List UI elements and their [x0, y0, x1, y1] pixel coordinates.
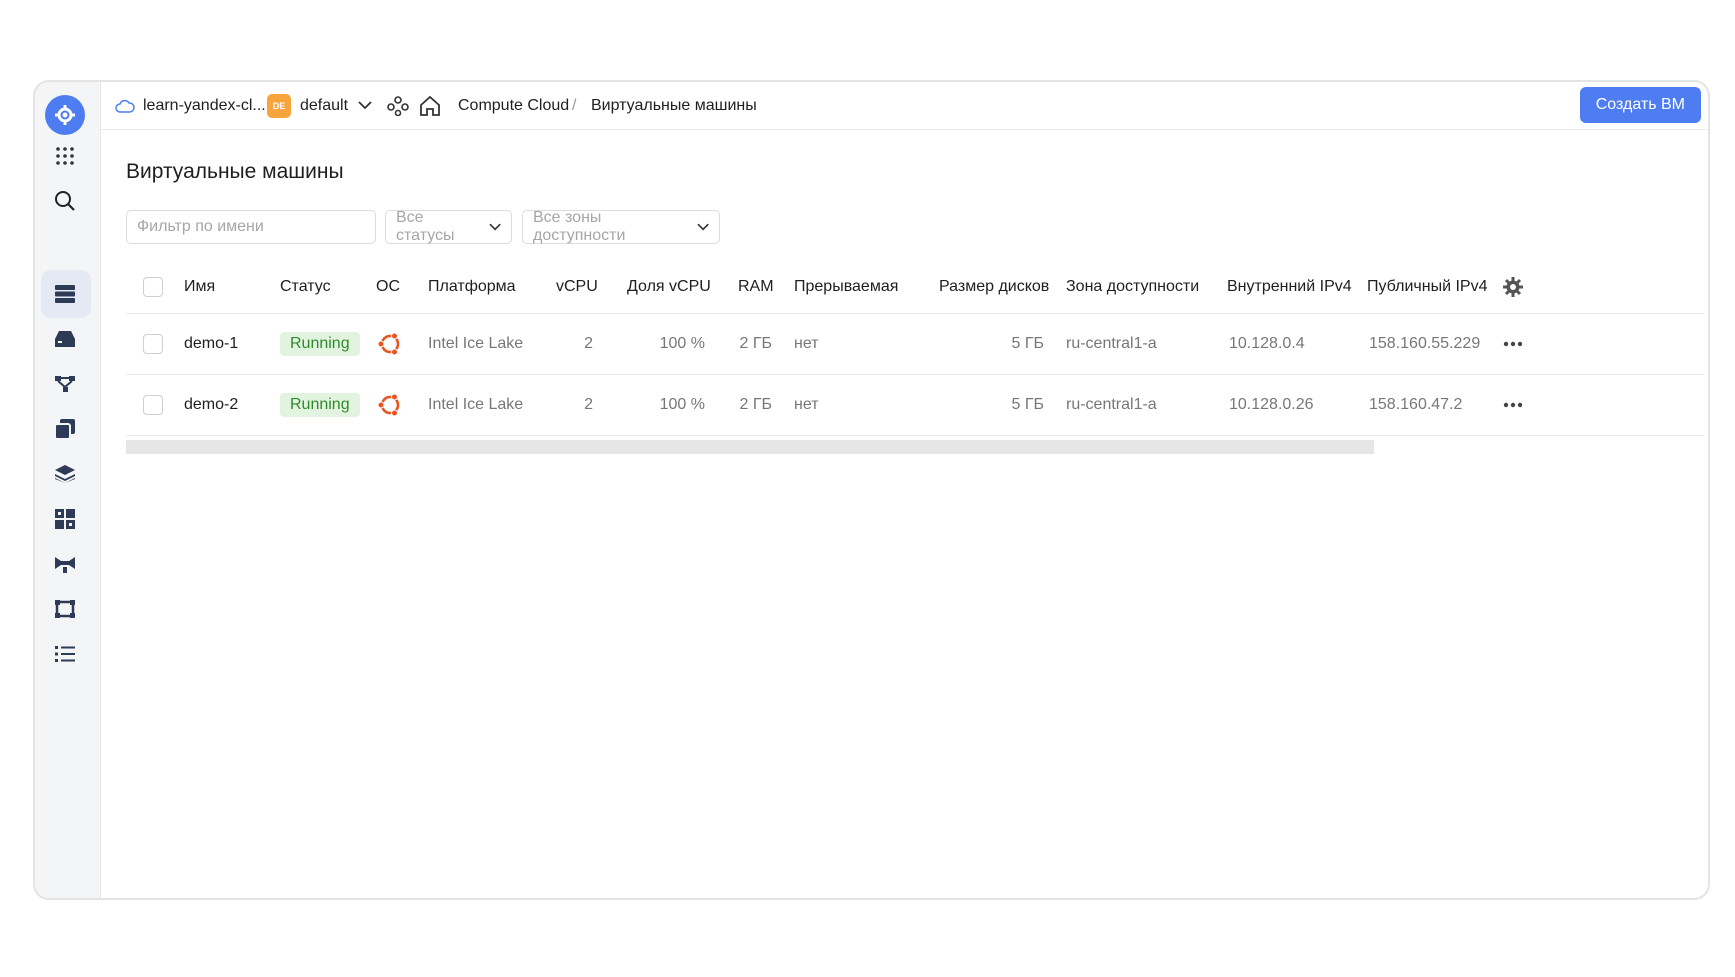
- row-checkbox[interactable]: [143, 334, 163, 354]
- service-logo-icon[interactable]: [45, 95, 85, 135]
- disk-size: 5 ГБ: [1011, 396, 1044, 413]
- table-row[interactable]: demo-1 Running Intel Ice Lake 2 100 % 2 …: [126, 314, 1704, 375]
- select-all-checkbox-cell: [143, 260, 163, 313]
- vcpu: 2: [584, 396, 593, 413]
- sidebar: [35, 82, 101, 898]
- app-frame: learn-yandex-cl... DE default Compute Cl…: [33, 80, 1710, 900]
- chevron-down-icon: [489, 223, 501, 231]
- column-header-disk-size[interactable]: Размер дисков: [939, 260, 1049, 313]
- horizontal-scrollbar[interactable]: [126, 440, 1374, 454]
- status-cell: Running: [280, 314, 360, 374]
- internal-ip: 10.128.0.26: [1229, 396, 1314, 413]
- chevron-down-icon: [358, 101, 372, 110]
- top-bar: learn-yandex-cl... DE default Compute Cl…: [101, 82, 1708, 130]
- cloud-icon: [115, 99, 135, 113]
- breadcrumb-service[interactable]: Compute Cloud: [458, 97, 569, 115]
- resource-map-icon[interactable]: [387, 95, 409, 116]
- select-all-checkbox[interactable]: [143, 276, 163, 297]
- column-header-vcpu[interactable]: vCPU: [556, 260, 598, 313]
- ubuntu-icon: [377, 375, 403, 435]
- column-header-vcpu-share[interactable]: Доля vCPU: [627, 260, 711, 313]
- column-header-ram[interactable]: RAM: [738, 260, 774, 313]
- sidebar-item-vms-icon[interactable]: [51, 280, 79, 308]
- breadcrumb-separator: /: [572, 96, 577, 114]
- vm-name[interactable]: demo-2: [184, 375, 238, 435]
- chevron-down-icon: [697, 223, 709, 231]
- column-header-public-ip[interactable]: Публичный IPv4: [1367, 260, 1487, 313]
- vcpu-share: 100 %: [659, 335, 705, 352]
- folder-name: default: [300, 96, 349, 114]
- cloud-name: learn-yandex-cl...: [143, 96, 266, 114]
- column-header-name[interactable]: Имя: [184, 260, 215, 313]
- ram: 2 ГБ: [739, 335, 772, 352]
- sidebar-item-gpu-clusters-icon[interactable]: [51, 550, 79, 578]
- platform: Intel Ice Lake: [428, 335, 524, 352]
- platform: Intel Ice Lake: [428, 396, 524, 413]
- column-header-internal-ip[interactable]: Внутренний IPv4: [1227, 260, 1352, 313]
- column-settings-gear-icon[interactable]: [1502, 260, 1524, 313]
- table-header-row: Имя Статус ОС Платформа vCPU Доля vCPU R…: [126, 260, 1704, 314]
- column-header-status[interactable]: Статус: [280, 260, 331, 313]
- preemptible: нет: [794, 335, 819, 352]
- zone-filter-value: Все зоны доступности: [533, 209, 626, 244]
- sidebar-item-placement-icon[interactable]: [51, 370, 79, 398]
- sidebar-item-operations-icon[interactable]: [51, 640, 79, 668]
- vm-name[interactable]: demo-1: [184, 314, 238, 374]
- status-cell: Running: [280, 375, 360, 435]
- folder-badge: DE: [267, 93, 291, 118]
- zone: ru-central1-a: [1066, 396, 1157, 413]
- column-header-zone[interactable]: Зона доступности: [1066, 260, 1199, 313]
- public-ip: 158.160.47.2: [1369, 396, 1463, 413]
- all-services-grid-icon[interactable]: [51, 142, 79, 170]
- table-row[interactable]: demo-2 Running Intel Ice Lake 2 100 % 2 …: [126, 375, 1704, 436]
- sidebar-item-instance-groups-icon[interactable]: [51, 505, 79, 533]
- breadcrumb-current-page: Виртуальные машины: [591, 96, 757, 114]
- status-filter-value: Все статусы: [396, 209, 455, 244]
- ubuntu-icon: [377, 314, 403, 374]
- sidebar-item-snapshots-icon[interactable]: [51, 415, 79, 443]
- sidebar-item-disks-icon[interactable]: [51, 325, 79, 353]
- ram: 2 ГБ: [739, 396, 772, 413]
- search-icon[interactable]: [51, 187, 79, 215]
- page-title: Виртуальные машины: [126, 160, 344, 183]
- more-actions-icon[interactable]: [1503, 314, 1523, 374]
- zone: ru-central1-a: [1066, 335, 1157, 352]
- more-actions-icon[interactable]: [1503, 375, 1523, 435]
- internal-ip: 10.128.0.4: [1229, 335, 1305, 352]
- zone-filter-select[interactable]: Все зоны доступности: [522, 209, 720, 244]
- cloud-breadcrumb[interactable]: learn-yandex-cl...: [115, 97, 266, 115]
- vm-table: Имя Статус ОС Платформа vCPU Доля vCPU R…: [126, 260, 1704, 436]
- column-header-preemptible[interactable]: Прерываемая: [794, 260, 898, 313]
- row-checkbox-cell: [143, 314, 163, 374]
- vcpu-share: 100 %: [659, 396, 705, 413]
- home-icon[interactable]: [419, 95, 441, 116]
- name-filter-input[interactable]: [126, 210, 376, 244]
- column-header-os[interactable]: ОС: [376, 260, 400, 313]
- row-checkbox[interactable]: [143, 395, 163, 415]
- status-badge: Running: [280, 393, 360, 417]
- sidebar-item-dedicated-hosts-icon[interactable]: [51, 595, 79, 623]
- sidebar-item-images-icon[interactable]: [51, 460, 79, 488]
- status-badge: Running: [280, 332, 360, 356]
- preemptible: нет: [794, 396, 819, 413]
- public-ip: 158.160.55.229: [1369, 335, 1481, 352]
- folder-selector[interactable]: DE default: [267, 93, 372, 118]
- disk-size: 5 ГБ: [1011, 335, 1044, 352]
- create-vm-button[interactable]: Создать ВМ: [1579, 87, 1701, 123]
- status-filter-select[interactable]: Все статусы: [385, 209, 512, 244]
- column-header-platform[interactable]: Платформа: [428, 260, 516, 313]
- row-checkbox-cell: [143, 375, 163, 435]
- vcpu: 2: [584, 335, 593, 352]
